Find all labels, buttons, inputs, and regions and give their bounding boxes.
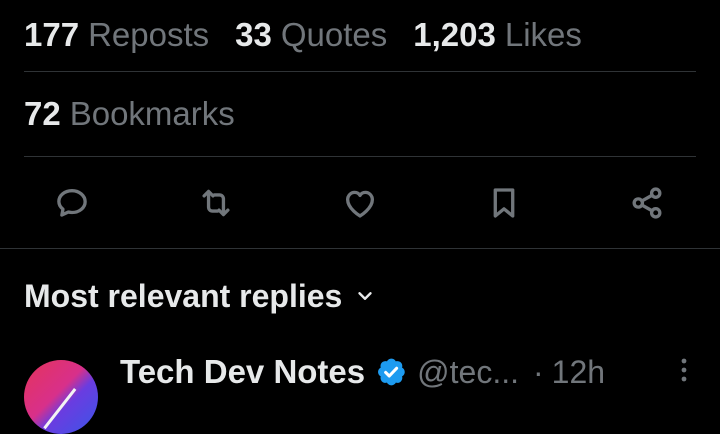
likes-count: 1,203 — [413, 16, 496, 53]
author-handle[interactable]: @tec... — [417, 354, 519, 391]
quotes-count: 33 — [235, 16, 272, 53]
replies-sort-dropdown[interactable]: Most relevant replies — [24, 272, 376, 320]
bookmark-icon — [493, 188, 515, 218]
reposts-count: 177 — [24, 16, 80, 53]
likes-stat[interactable]: 1,203 Likes — [413, 16, 582, 54]
verified-badge-icon — [375, 356, 407, 388]
bookmark-button[interactable] — [484, 183, 524, 223]
reply-timestamp[interactable]: 12h — [552, 354, 605, 391]
likes-label: Likes — [504, 16, 582, 53]
reposts-label: Reposts — [88, 16, 210, 53]
quotes-stat[interactable]: 33 Quotes — [235, 16, 387, 54]
quotes-label: Quotes — [280, 16, 388, 53]
dot-separator: · — [532, 353, 544, 390]
tweet-action-bar — [0, 157, 720, 248]
bookmarks-count: 72 — [24, 95, 61, 132]
reply-header: Tech Dev Notes @tec... · 12h — [120, 352, 696, 392]
bookmarks-stat[interactable]: 72 Bookmarks — [24, 95, 235, 133]
like-button[interactable] — [340, 183, 380, 223]
reply-item[interactable]: Tech Dev Notes @tec... · 12h — [0, 340, 720, 434]
more-options-button[interactable] — [672, 350, 696, 390]
share-button[interactable] — [627, 183, 667, 223]
author-name[interactable]: Tech Dev Notes — [120, 353, 365, 391]
heart-icon — [345, 190, 375, 218]
avatar[interactable] — [24, 360, 98, 434]
replies-sort-label: Most relevant replies — [24, 277, 343, 314]
bookmarks-label: Bookmarks — [69, 95, 235, 132]
engagement-stats-row: 177 Reposts 33 Quotes 1,203 Likes — [24, 0, 696, 70]
reply-button[interactable] — [52, 183, 92, 223]
more-vertical-icon — [681, 358, 687, 382]
chevron-down-icon — [354, 285, 376, 307]
reply-bubble-icon — [57, 188, 87, 217]
share-icon — [632, 187, 662, 219]
reposts-stat[interactable]: 177 Reposts — [24, 16, 209, 54]
repost-arrows-icon — [202, 189, 230, 217]
repost-button[interactable] — [196, 183, 236, 223]
bookmarks-stats-row: 72 Bookmarks — [24, 72, 696, 156]
section-divider — [0, 248, 720, 249]
